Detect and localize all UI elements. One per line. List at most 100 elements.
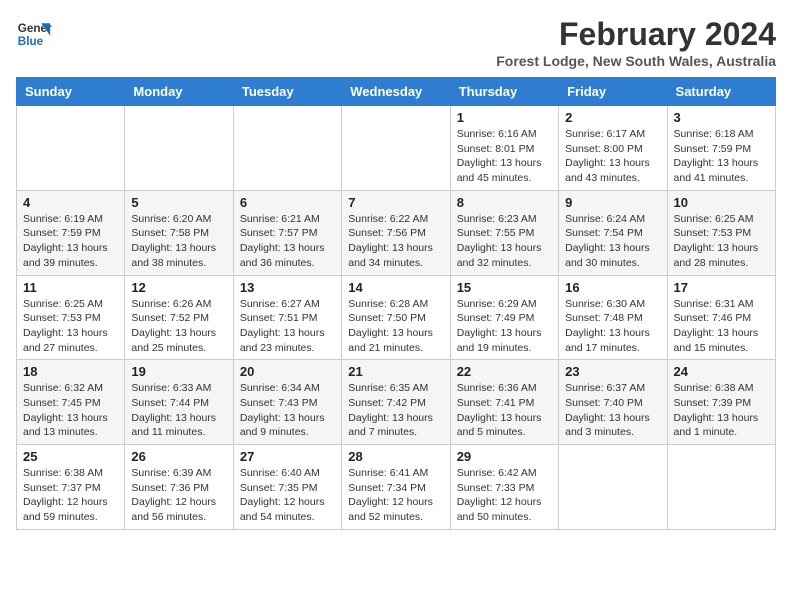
location-subtitle: Forest Lodge, New South Wales, Australia — [496, 53, 776, 69]
day-number-2-1: 12 — [131, 280, 226, 295]
day-info-4-0: Sunrise: 6:38 AM Sunset: 7:37 PM Dayligh… — [23, 466, 118, 525]
svg-text:Blue: Blue — [18, 35, 44, 48]
day-cell-2-4: 15 Sunrise: 6:29 AM Sunset: 7:49 PM Dayli… — [450, 275, 558, 360]
day-info-2-6: Sunrise: 6:31 AM Sunset: 7:46 PM Dayligh… — [674, 297, 769, 356]
header-sunday: Sunday — [17, 78, 125, 106]
header: General Blue February 2024 Forest Lodge,… — [16, 16, 776, 69]
header-friday: Friday — [559, 78, 667, 106]
day-number-0-4: 1 — [457, 110, 552, 125]
day-cell-1-6: 10 Sunrise: 6:25 AM Sunset: 7:53 PM Dayli… — [667, 190, 775, 275]
day-number-1-4: 8 — [457, 195, 552, 210]
day-cell-0-2 — [233, 106, 341, 191]
day-cell-4-0: 25 Sunrise: 6:38 AM Sunset: 7:37 PM Dayli… — [17, 445, 125, 530]
day-info-4-3: Sunrise: 6:41 AM Sunset: 7:34 PM Dayligh… — [348, 466, 443, 525]
header-monday: Monday — [125, 78, 233, 106]
day-info-2-4: Sunrise: 6:29 AM Sunset: 7:49 PM Dayligh… — [457, 297, 552, 356]
day-info-1-0: Sunrise: 6:19 AM Sunset: 7:59 PM Dayligh… — [23, 212, 118, 271]
day-cell-2-0: 11Sunrise: 6:25 AM Sunset: 7:53 PM Dayli… — [17, 275, 125, 360]
day-number-2-3: 14 — [348, 280, 443, 295]
day-info-4-4: Sunrise: 6:42 AM Sunset: 7:33 PM Dayligh… — [457, 466, 552, 525]
day-cell-3-5: 23 Sunrise: 6:37 AM Sunset: 7:40 PM Dayli… — [559, 360, 667, 445]
day-cell-0-4: 1 Sunrise: 6:16 AM Sunset: 8:01 PM Daylig… — [450, 106, 558, 191]
day-number-2-0: 11 — [23, 280, 118, 295]
day-cell-3-0: 18 Sunrise: 6:32 AM Sunset: 7:45 PM Dayli… — [17, 360, 125, 445]
day-number-4-0: 25 — [23, 449, 118, 464]
day-info-3-1: Sunrise: 6:33 AM Sunset: 7:44 PM Dayligh… — [131, 381, 226, 440]
week-row-4: 25 Sunrise: 6:38 AM Sunset: 7:37 PM Dayli… — [17, 445, 776, 530]
day-number-1-3: 7 — [348, 195, 443, 210]
day-info-4-1: Sunrise: 6:39 AM Sunset: 7:36 PM Dayligh… — [131, 466, 226, 525]
day-number-3-0: 18 — [23, 364, 118, 379]
header-wednesday: Wednesday — [342, 78, 450, 106]
day-cell-4-1: 26 Sunrise: 6:39 AM Sunset: 7:36 PM Dayli… — [125, 445, 233, 530]
day-number-4-1: 26 — [131, 449, 226, 464]
day-info-3-2: Sunrise: 6:34 AM Sunset: 7:43 PM Dayligh… — [240, 381, 335, 440]
day-info-3-4: Sunrise: 6:36 AM Sunset: 7:41 PM Dayligh… — [457, 381, 552, 440]
day-cell-2-5: 16 Sunrise: 6:30 AM Sunset: 7:48 PM Dayli… — [559, 275, 667, 360]
day-cell-1-4: 8 Sunrise: 6:23 AM Sunset: 7:55 PM Daylig… — [450, 190, 558, 275]
month-year-title: February 2024 — [496, 16, 776, 53]
day-info-1-6: Sunrise: 6:25 AM Sunset: 7:53 PM Dayligh… — [674, 212, 769, 271]
day-number-1-2: 6 — [240, 195, 335, 210]
day-cell-1-3: 7 Sunrise: 6:22 AM Sunset: 7:56 PM Daylig… — [342, 190, 450, 275]
week-row-3: 18 Sunrise: 6:32 AM Sunset: 7:45 PM Dayli… — [17, 360, 776, 445]
day-cell-1-1: 5 Sunrise: 6:20 AM Sunset: 7:58 PM Daylig… — [125, 190, 233, 275]
day-info-4-2: Sunrise: 6:40 AM Sunset: 7:35 PM Dayligh… — [240, 466, 335, 525]
day-info-1-1: Sunrise: 6:20 AM Sunset: 7:58 PM Dayligh… — [131, 212, 226, 271]
day-number-3-3: 21 — [348, 364, 443, 379]
day-number-1-1: 5 — [131, 195, 226, 210]
day-number-2-6: 17 — [674, 280, 769, 295]
day-cell-2-3: 14 Sunrise: 6:28 AM Sunset: 7:50 PM Dayli… — [342, 275, 450, 360]
day-info-1-5: Sunrise: 6:24 AM Sunset: 7:54 PM Dayligh… — [565, 212, 660, 271]
day-cell-4-4: 29 Sunrise: 6:42 AM Sunset: 7:33 PM Dayli… — [450, 445, 558, 530]
day-cell-3-6: 24Sunrise: 6:38 AM Sunset: 7:39 PM Dayli… — [667, 360, 775, 445]
day-info-0-5: Sunrise: 6:17 AM Sunset: 8:00 PM Dayligh… — [565, 127, 660, 186]
day-cell-1-0: 4 Sunrise: 6:19 AM Sunset: 7:59 PM Daylig… — [17, 190, 125, 275]
day-cell-2-6: 17 Sunrise: 6:31 AM Sunset: 7:46 PM Dayli… — [667, 275, 775, 360]
day-number-1-6: 10 — [674, 195, 769, 210]
day-info-1-3: Sunrise: 6:22 AM Sunset: 7:56 PM Dayligh… — [348, 212, 443, 271]
day-cell-0-6: 3 Sunrise: 6:18 AM Sunset: 7:59 PM Daylig… — [667, 106, 775, 191]
title-area: February 2024 Forest Lodge, New South Wa… — [496, 16, 776, 69]
header-thursday: Thursday — [450, 78, 558, 106]
day-cell-3-4: 22Sunrise: 6:36 AM Sunset: 7:41 PM Dayli… — [450, 360, 558, 445]
day-cell-3-3: 21 Sunrise: 6:35 AM Sunset: 7:42 PM Dayli… — [342, 360, 450, 445]
day-info-3-5: Sunrise: 6:37 AM Sunset: 7:40 PM Dayligh… — [565, 381, 660, 440]
logo-icon: General Blue — [16, 16, 52, 52]
day-cell-3-2: 20 Sunrise: 6:34 AM Sunset: 7:43 PM Dayli… — [233, 360, 341, 445]
day-cell-0-1 — [125, 106, 233, 191]
week-row-1: 4 Sunrise: 6:19 AM Sunset: 7:59 PM Daylig… — [17, 190, 776, 275]
day-info-2-3: Sunrise: 6:28 AM Sunset: 7:50 PM Dayligh… — [348, 297, 443, 356]
calendar-table: Sunday Monday Tuesday Wednesday Thursday… — [16, 77, 776, 530]
calendar-body: 1 Sunrise: 6:16 AM Sunset: 8:01 PM Daylig… — [17, 106, 776, 530]
day-number-1-5: 9 — [565, 195, 660, 210]
day-info-2-5: Sunrise: 6:30 AM Sunset: 7:48 PM Dayligh… — [565, 297, 660, 356]
day-info-1-4: Sunrise: 6:23 AM Sunset: 7:55 PM Dayligh… — [457, 212, 552, 271]
day-cell-0-3 — [342, 106, 450, 191]
day-number-3-5: 23 — [565, 364, 660, 379]
day-number-1-0: 4 — [23, 195, 118, 210]
day-cell-2-1: 12Sunrise: 6:26 AM Sunset: 7:52 PM Dayli… — [125, 275, 233, 360]
day-number-3-2: 20 — [240, 364, 335, 379]
day-number-2-5: 16 — [565, 280, 660, 295]
day-number-2-4: 15 — [457, 280, 552, 295]
day-number-0-5: 2 — [565, 110, 660, 125]
day-info-0-4: Sunrise: 6:16 AM Sunset: 8:01 PM Dayligh… — [457, 127, 552, 186]
day-number-4-4: 29 — [457, 449, 552, 464]
header-tuesday: Tuesday — [233, 78, 341, 106]
day-info-0-6: Sunrise: 6:18 AM Sunset: 7:59 PM Dayligh… — [674, 127, 769, 186]
day-cell-0-0 — [17, 106, 125, 191]
day-number-2-2: 13 — [240, 280, 335, 295]
day-cell-1-2: 6Sunrise: 6:21 AM Sunset: 7:57 PM Daylig… — [233, 190, 341, 275]
day-info-3-3: Sunrise: 6:35 AM Sunset: 7:42 PM Dayligh… — [348, 381, 443, 440]
day-cell-4-5 — [559, 445, 667, 530]
calendar-header: Sunday Monday Tuesday Wednesday Thursday… — [17, 78, 776, 106]
day-info-3-0: Sunrise: 6:32 AM Sunset: 7:45 PM Dayligh… — [23, 381, 118, 440]
day-cell-3-1: 19Sunrise: 6:33 AM Sunset: 7:44 PM Dayli… — [125, 360, 233, 445]
day-number-0-6: 3 — [674, 110, 769, 125]
day-cell-0-5: 2 Sunrise: 6:17 AM Sunset: 8:00 PM Daylig… — [559, 106, 667, 191]
day-info-2-2: Sunrise: 6:27 AM Sunset: 7:51 PM Dayligh… — [240, 297, 335, 356]
day-cell-4-2: 27Sunrise: 6:40 AM Sunset: 7:35 PM Dayli… — [233, 445, 341, 530]
week-row-0: 1 Sunrise: 6:16 AM Sunset: 8:01 PM Daylig… — [17, 106, 776, 191]
weekday-header-row: Sunday Monday Tuesday Wednesday Thursday… — [17, 78, 776, 106]
